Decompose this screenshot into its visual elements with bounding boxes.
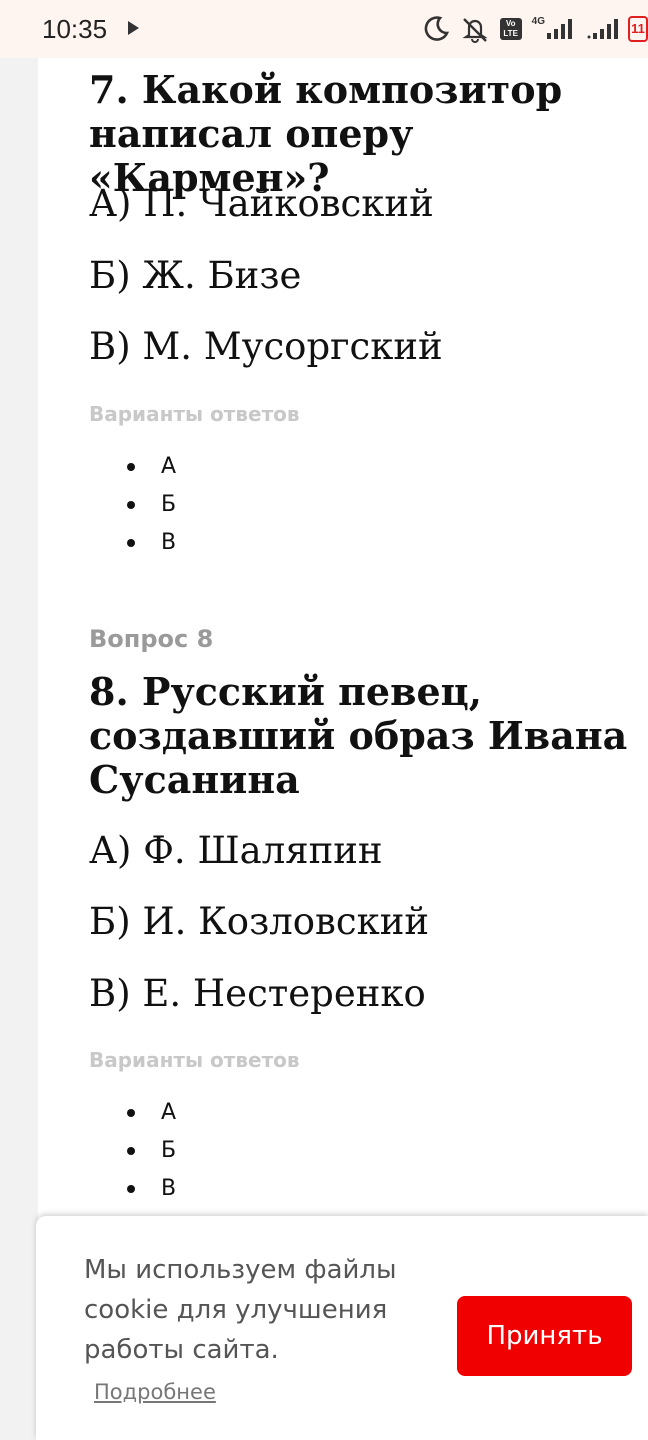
moon-icon bbox=[422, 15, 450, 43]
question-8-variants-label: Варианты ответов bbox=[89, 1048, 300, 1072]
question-8-label: Вопрос 8 bbox=[89, 625, 214, 653]
question-8-option-a: А) Ф. Шаляпин bbox=[89, 829, 383, 872]
question-7-option-c: В) М. Мусоргский bbox=[89, 325, 443, 368]
bullet-icon bbox=[127, 463, 135, 471]
bullet-icon bbox=[127, 1185, 135, 1193]
battery-icon: 11 bbox=[628, 16, 648, 42]
status-icons: Vo LTE 4G 11 bbox=[412, 12, 648, 46]
status-bar: 10:35 Vo LTE 4G 11 bbox=[0, 0, 648, 58]
accept-cookies-button[interactable]: Принять bbox=[457, 1296, 632, 1376]
question-8-option-c: В) Е. Нестеренко bbox=[89, 972, 426, 1015]
question-7-option-b: Б) Ж. Бизе bbox=[89, 254, 302, 297]
bullet-icon bbox=[127, 501, 135, 509]
cookie-text: Мы используем файлы cookie для улучшения… bbox=[84, 1255, 397, 1365]
secondary-signal-icon bbox=[586, 17, 620, 41]
bullet-icon bbox=[127, 539, 135, 547]
question-7-title: 7. Какой композитор написал оперу «Карме… bbox=[89, 67, 563, 200]
question-8-option-b: Б) И. Козловский bbox=[89, 900, 430, 943]
question-8-title: 8. Русский певец, создавший образ Ивана … bbox=[89, 669, 628, 802]
network-type: 4G bbox=[531, 15, 545, 27]
question-7-variants-label: Варианты ответов bbox=[89, 402, 300, 426]
cookie-more-link[interactable]: Подробнее bbox=[94, 1380, 216, 1404]
bullet-icon bbox=[127, 1109, 135, 1117]
status-time: 10:35 bbox=[42, 14, 108, 44]
bullet-icon bbox=[127, 1147, 135, 1155]
volte-icon: Vo LTE bbox=[499, 18, 522, 40]
question-7-option-a: А) П. Чайковский bbox=[89, 182, 434, 225]
play-icon bbox=[128, 21, 139, 35]
muted-bell-icon bbox=[460, 15, 490, 43]
cookie-banner: Мы используем файлы cookie для улучшения… bbox=[36, 1216, 648, 1440]
mobile-signal-icon: 4G bbox=[531, 15, 576, 41]
